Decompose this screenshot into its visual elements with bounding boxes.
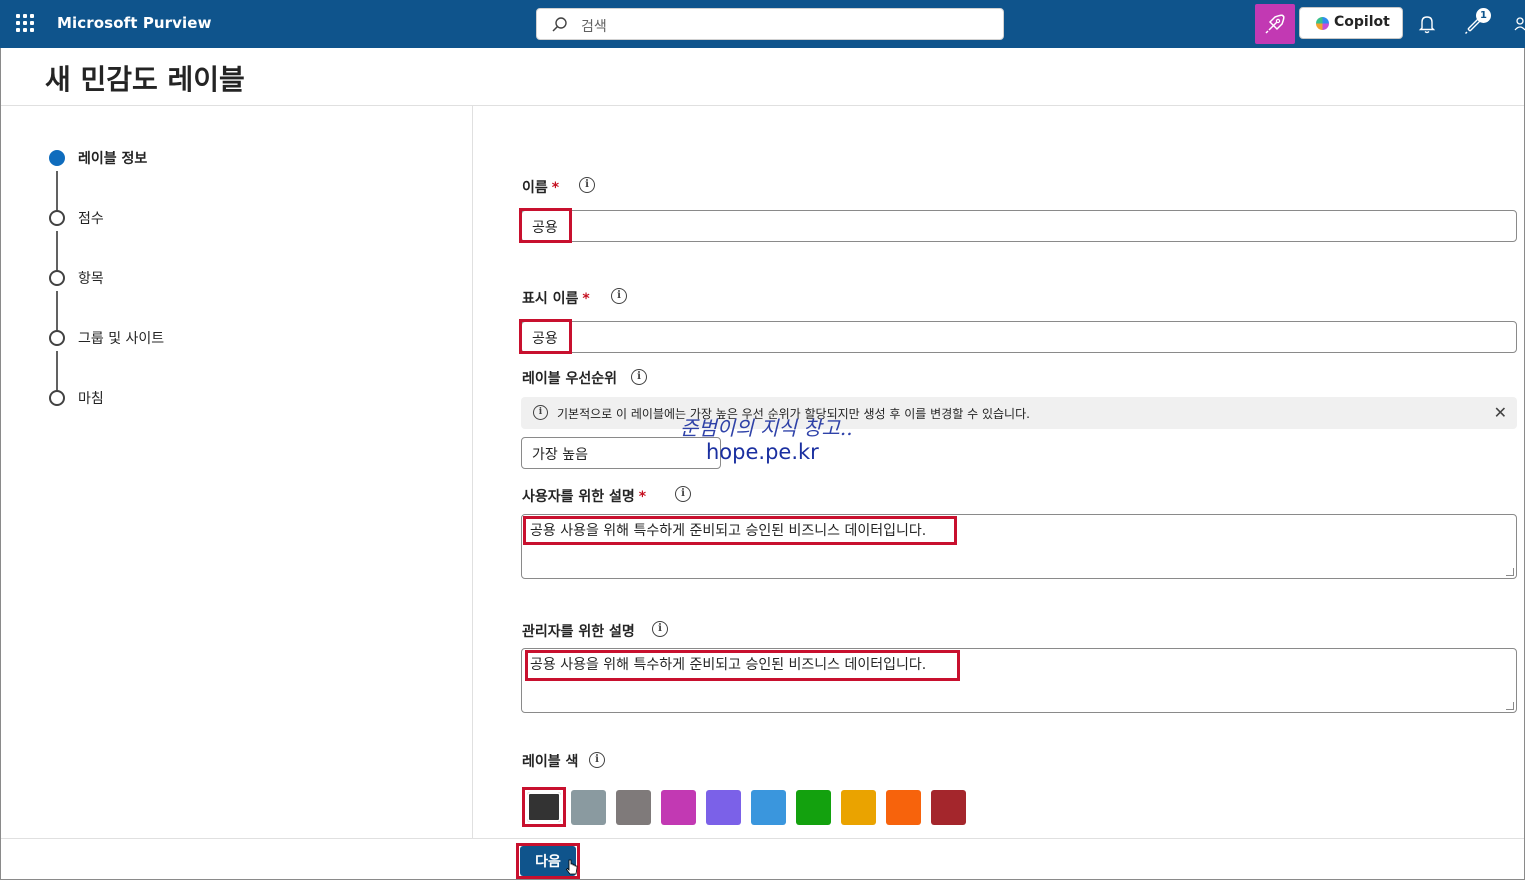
search-icon (552, 17, 567, 32)
page-title: 새 민감도 레이블 (45, 63, 245, 96)
highlight-box (523, 516, 957, 545)
info-icon[interactable]: i (589, 752, 605, 768)
copilot-button[interactable]: Copilot (1299, 7, 1403, 39)
priority-label: 레이블 우선순위 (522, 371, 618, 387)
resize-grip-icon[interactable] (1506, 702, 1514, 710)
color-swatch[interactable] (616, 790, 651, 825)
top-bar: Microsoft Purview 검색 Copilot 1 (0, 0, 1525, 48)
color-swatch[interactable] (841, 790, 876, 825)
name-input[interactable]: 공용 (521, 210, 1517, 242)
info-icon[interactable]: i (675, 486, 691, 502)
account-icon[interactable] (1512, 12, 1525, 36)
close-icon[interactable]: ✕ (1494, 403, 1507, 422)
highlight-box (519, 208, 572, 243)
app-launcher-icon[interactable] (16, 14, 34, 32)
step-indicator (49, 330, 65, 346)
header-divider (1, 105, 1524, 106)
watermark-text: 준범이의 지식 창고.. (680, 416, 853, 440)
info-icon[interactable]: i (579, 177, 595, 193)
color-swatch[interactable] (661, 790, 696, 825)
step-connector (56, 171, 58, 211)
step-label-scope[interactable]: 점수 (78, 208, 104, 228)
highlight-box (522, 787, 566, 827)
rocket-icon (1265, 14, 1285, 34)
step-indicator (49, 270, 65, 286)
copilot-icon (1316, 17, 1329, 30)
step-label-groups-sites[interactable]: 그룹 및 사이트 (78, 328, 164, 348)
step-connector (56, 351, 58, 391)
info-icon[interactable]: i (611, 288, 627, 304)
color-swatch[interactable] (571, 790, 606, 825)
step-connector (56, 231, 58, 271)
panel-divider (472, 106, 473, 838)
priority-field[interactable]: 가장 높음 (521, 437, 721, 469)
highlight-box (525, 650, 960, 681)
info-icon[interactable]: i (631, 369, 647, 385)
footer-divider (1, 838, 1524, 839)
color-swatch[interactable] (931, 790, 966, 825)
step-label-label-info[interactable]: 레이블 정보 (78, 148, 147, 168)
info-icon: i (533, 405, 548, 420)
feature-button[interactable] (1255, 4, 1295, 44)
display-name-input[interactable]: 공용 (521, 321, 1517, 353)
priority-notice-bar: i 기본적으로 이 레이블에는 가장 높은 우선 순위가 할당되지만 생성 후 … (521, 397, 1517, 429)
step-indicator-active (49, 150, 65, 166)
step-label-items[interactable]: 항목 (78, 268, 104, 288)
search-placeholder: 검색 (581, 19, 607, 35)
color-swatch[interactable] (796, 790, 831, 825)
highlight-box (519, 319, 572, 354)
step-indicator (49, 210, 65, 226)
info-icon[interactable]: i (652, 621, 668, 637)
color-swatch[interactable] (706, 790, 741, 825)
label-color-label: 레이블 색 (522, 754, 579, 770)
admin-description-label: 관리자를 위한 설명 (522, 624, 635, 640)
step-label-finish[interactable]: 마침 (78, 388, 104, 408)
resize-grip-icon[interactable] (1506, 568, 1514, 576)
notification-badge: 1 (1476, 8, 1491, 23)
copilot-label: Copilot (1334, 14, 1390, 30)
search-box[interactable]: 검색 (536, 8, 1004, 40)
bell-icon[interactable] (1415, 12, 1439, 36)
priority-value: 가장 높음 (532, 447, 588, 463)
user-description-label: 사용자를 위한 설명 * (522, 489, 647, 505)
name-label: 이름 * (522, 180, 560, 196)
color-swatch[interactable] (886, 790, 921, 825)
watermark-url: hope.pe.kr (706, 440, 819, 464)
display-name-label: 표시 이름 * (522, 291, 590, 307)
step-connector (56, 291, 58, 331)
color-swatch[interactable] (751, 790, 786, 825)
step-indicator (49, 390, 65, 406)
pointer-cursor-icon (566, 859, 578, 875)
app-name[interactable]: Microsoft Purview (57, 14, 212, 32)
